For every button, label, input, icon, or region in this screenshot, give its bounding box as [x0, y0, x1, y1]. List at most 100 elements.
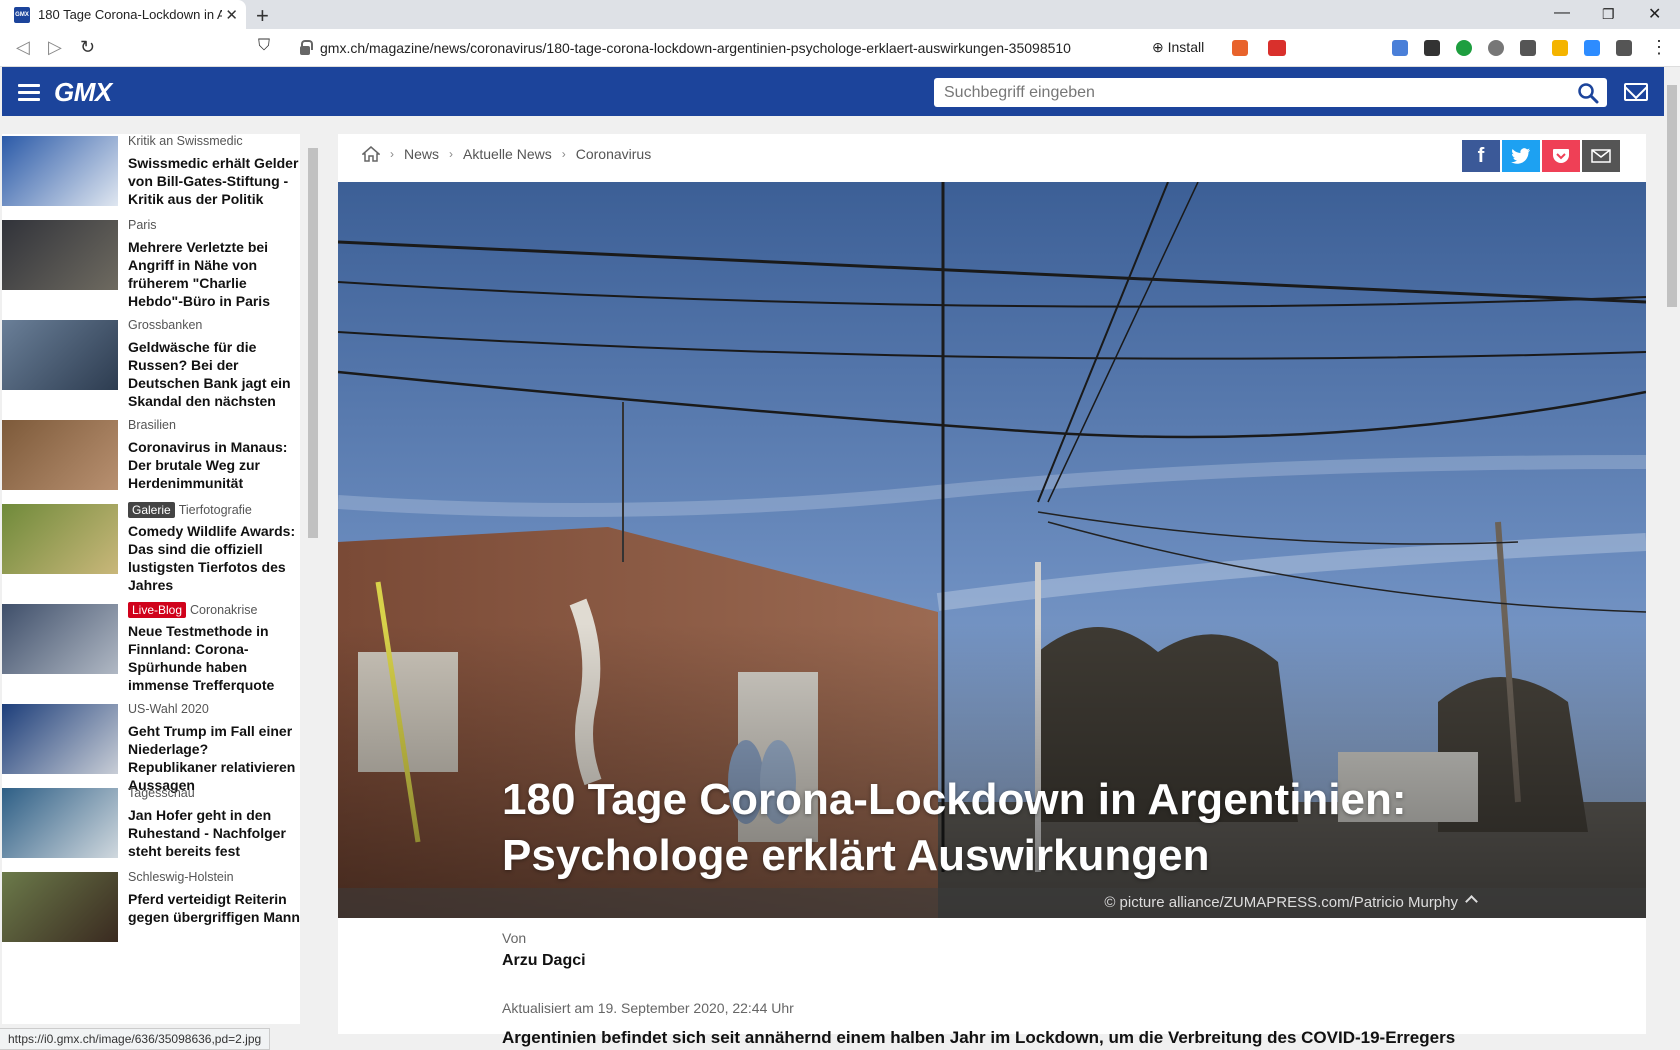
- facebook-icon: f: [1477, 144, 1485, 167]
- home-extension-icon[interactable]: [1552, 40, 1568, 56]
- gmx-favicon-icon: GMX: [14, 6, 30, 23]
- home-icon[interactable]: [362, 146, 380, 162]
- minimize-icon[interactable]: —: [1554, 4, 1570, 22]
- pocket-share-button[interactable]: [1542, 140, 1580, 172]
- news-kicker: Live-Blog Coronakrise: [128, 602, 257, 618]
- camera-extension-icon[interactable]: [1520, 40, 1536, 56]
- sidebar-news-item[interactable]: Paris Mehrere Verletzte bei Angriff in Nä…: [2, 218, 300, 310]
- forward-icon[interactable]: ▷: [48, 37, 62, 58]
- news-kicker: Schleswig-Holstein: [128, 870, 234, 884]
- bookmark-icon[interactable]: ⛉: [258, 37, 270, 55]
- tab-active[interactable]: GMX 180 Tage Corona-Lockdown in Arg ✕: [0, 0, 246, 29]
- install-label: Install: [1167, 39, 1205, 55]
- news-title[interactable]: Pferd verteidigt Reiterin gegen übergrif…: [128, 890, 300, 926]
- breadcrumb-separator: ›: [390, 147, 394, 161]
- news-title[interactable]: Neue Testmethode in Finnland: Corona-Spü…: [128, 622, 300, 694]
- news-kicker-text: Kritik an Swissmedic: [128, 134, 243, 148]
- pocket-icon: [1553, 149, 1569, 163]
- install-button[interactable]: ⊕ Install: [1152, 39, 1204, 56]
- status-bar-url: https://i0.gmx.ch/image/636/35098636,pd=…: [0, 1028, 271, 1050]
- brave-shield-icon[interactable]: [1232, 40, 1248, 56]
- facebook-share-button[interactable]: f: [1462, 140, 1500, 172]
- news-title[interactable]: Mehrere Verletzte bei Angriff in Nähe vo…: [128, 238, 300, 310]
- breadcrumb-aktuelle-news[interactable]: Aktuelle News: [463, 146, 552, 162]
- sidebar-news-item[interactable]: Brasilien Coronavirus in Manaus: Der brut…: [2, 418, 300, 508]
- envelope-icon: [1591, 149, 1611, 163]
- back-icon[interactable]: ◁: [16, 37, 30, 58]
- sidebar-news-list: Kritik an Swissmedic Swissmedic erhält Ge…: [2, 134, 300, 1024]
- news-title[interactable]: Geldwäsche für die Russen? Bei der Deuts…: [128, 338, 300, 410]
- sidebar-news-item[interactable]: US-Wahl 2020 Geht Trump im Fall einer Nie…: [2, 702, 300, 794]
- news-thumbnail[interactable]: [2, 220, 118, 290]
- news-thumbnail[interactable]: [2, 704, 118, 774]
- tab-bar: GMX 180 Tage Corona-Lockdown in Arg ✕ + …: [0, 0, 1680, 29]
- news-thumbnail[interactable]: [2, 420, 118, 490]
- menu-icon[interactable]: [18, 84, 40, 101]
- close-window-icon[interactable]: ✕: [1648, 4, 1661, 24]
- browser-menu-icon[interactable]: ⋮: [1650, 37, 1668, 58]
- sidebar-news-item[interactable]: Tagesschau Jan Hofer geht in den Ruhestan…: [2, 786, 300, 876]
- mail-icon[interactable]: [1624, 83, 1648, 101]
- news-title[interactable]: Jan Hofer geht in den Ruhestand - Nachfo…: [128, 806, 300, 860]
- author-label: Von: [502, 930, 527, 946]
- updated-timestamp: Aktualisiert am 19. September 2020, 22:4…: [502, 1000, 794, 1016]
- search-box: [934, 78, 1607, 107]
- page-scrollbar[interactable]: [1664, 67, 1680, 1050]
- circle-extension-icon[interactable]: [1488, 40, 1504, 56]
- news-kicker-text: Paris: [128, 218, 157, 232]
- news-kicker: Galerie Tierfotografie: [128, 502, 252, 518]
- reload-icon[interactable]: ↻: [80, 37, 95, 58]
- url-text: gmx.ch/magazine/news/coronavirus/180-tag…: [320, 40, 1071, 56]
- sidebar-scrollbar[interactable]: [306, 134, 320, 1018]
- news-kicker-text: Brasilien: [128, 418, 176, 432]
- extensions-puzzle-icon[interactable]: [1616, 40, 1632, 56]
- shield-extension-icon[interactable]: [1456, 40, 1472, 56]
- news-kicker: Grossbanken: [128, 318, 202, 332]
- breadcrumb-separator: ›: [449, 147, 454, 161]
- image-credit: © picture alliance/ZUMAPRESS.com/Patrici…: [1104, 894, 1458, 911]
- news-kicker: US-Wahl 2020: [128, 702, 209, 716]
- translate-extension-icon[interactable]: [1392, 40, 1408, 56]
- breadcrumb-news[interactable]: News: [404, 146, 439, 162]
- restore-icon[interactable]: ❐: [1602, 6, 1615, 23]
- news-thumbnail[interactable]: [2, 136, 118, 206]
- news-thumbnail[interactable]: [2, 788, 118, 858]
- sidebar-news-item[interactable]: Kritik an Swissmedic Swissmedic erhält Ge…: [2, 134, 300, 224]
- news-title[interactable]: Swissmedic erhält Gelder von Bill-Gates-…: [128, 154, 300, 208]
- article-container: › News › Aktuelle News › Coronavirus f 1…: [338, 134, 1646, 1047]
- hero-image[interactable]: 180 Tage Corona-Lockdown in Argentinien:…: [338, 182, 1646, 918]
- news-kicker-text: Coronakrise: [190, 603, 258, 617]
- search-icon[interactable]: [1577, 82, 1599, 104]
- news-thumbnail[interactable]: [2, 604, 118, 674]
- breadcrumb: › News › Aktuelle News › Coronavirus: [362, 146, 651, 162]
- news-kicker-text: Grossbanken: [128, 318, 203, 332]
- breadcrumb-coronavirus[interactable]: Coronavirus: [576, 146, 651, 162]
- image-credit-bar: © picture alliance/ZUMAPRESS.com/Patrici…: [338, 888, 1646, 918]
- news-title[interactable]: Coronavirus in Manaus: Der brutale Weg z…: [128, 438, 300, 492]
- news-thumbnail[interactable]: [2, 872, 118, 942]
- news-title[interactable]: Comedy Wildlife Awards: Das sind die off…: [128, 522, 300, 594]
- sidebar-news-item[interactable]: Live-Blog Coronakrise Neue Testmethode in …: [2, 602, 300, 694]
- news-thumbnail[interactable]: [2, 320, 118, 390]
- twitter-share-button[interactable]: [1502, 140, 1540, 172]
- chevron-up-icon[interactable]: [1465, 895, 1478, 908]
- news-extension-icon[interactable]: [1424, 40, 1440, 56]
- news-title[interactable]: Geht Trump im Fall einer Niederlage? Rep…: [128, 722, 300, 794]
- gmx-logo[interactable]: GMX: [54, 77, 112, 108]
- article-title: 180 Tage Corona-Lockdown in Argentinien:…: [502, 775, 1407, 880]
- sidebar-news-item[interactable]: Grossbanken Geldwäsche für die Russen? Be…: [2, 318, 300, 410]
- author-name[interactable]: Arzu Dagci: [502, 952, 586, 970]
- brave-rewards-icon[interactable]: [1268, 40, 1286, 56]
- new-tab-icon[interactable]: +: [256, 3, 269, 29]
- news-badge: Galerie: [128, 502, 175, 518]
- news-thumbnail[interactable]: [2, 504, 118, 574]
- address-bar[interactable]: gmx.ch/magazine/news/coronavirus/180-tag…: [290, 34, 1290, 62]
- search-input[interactable]: [934, 78, 1554, 107]
- close-tab-icon[interactable]: ✕: [225, 6, 238, 24]
- sidebar-news-item[interactable]: Galerie Tierfotografie Comedy Wildlife Awa…: [2, 502, 300, 594]
- sidebar-news-item[interactable]: Schleswig-Holstein Pferd verteidigt Reite…: [2, 870, 300, 960]
- zoom-extension-icon[interactable]: [1584, 40, 1600, 56]
- news-kicker-text: Tierfotografie: [178, 503, 252, 517]
- mail-share-button[interactable]: [1582, 140, 1620, 172]
- news-kicker-text: US-Wahl 2020: [128, 702, 209, 716]
